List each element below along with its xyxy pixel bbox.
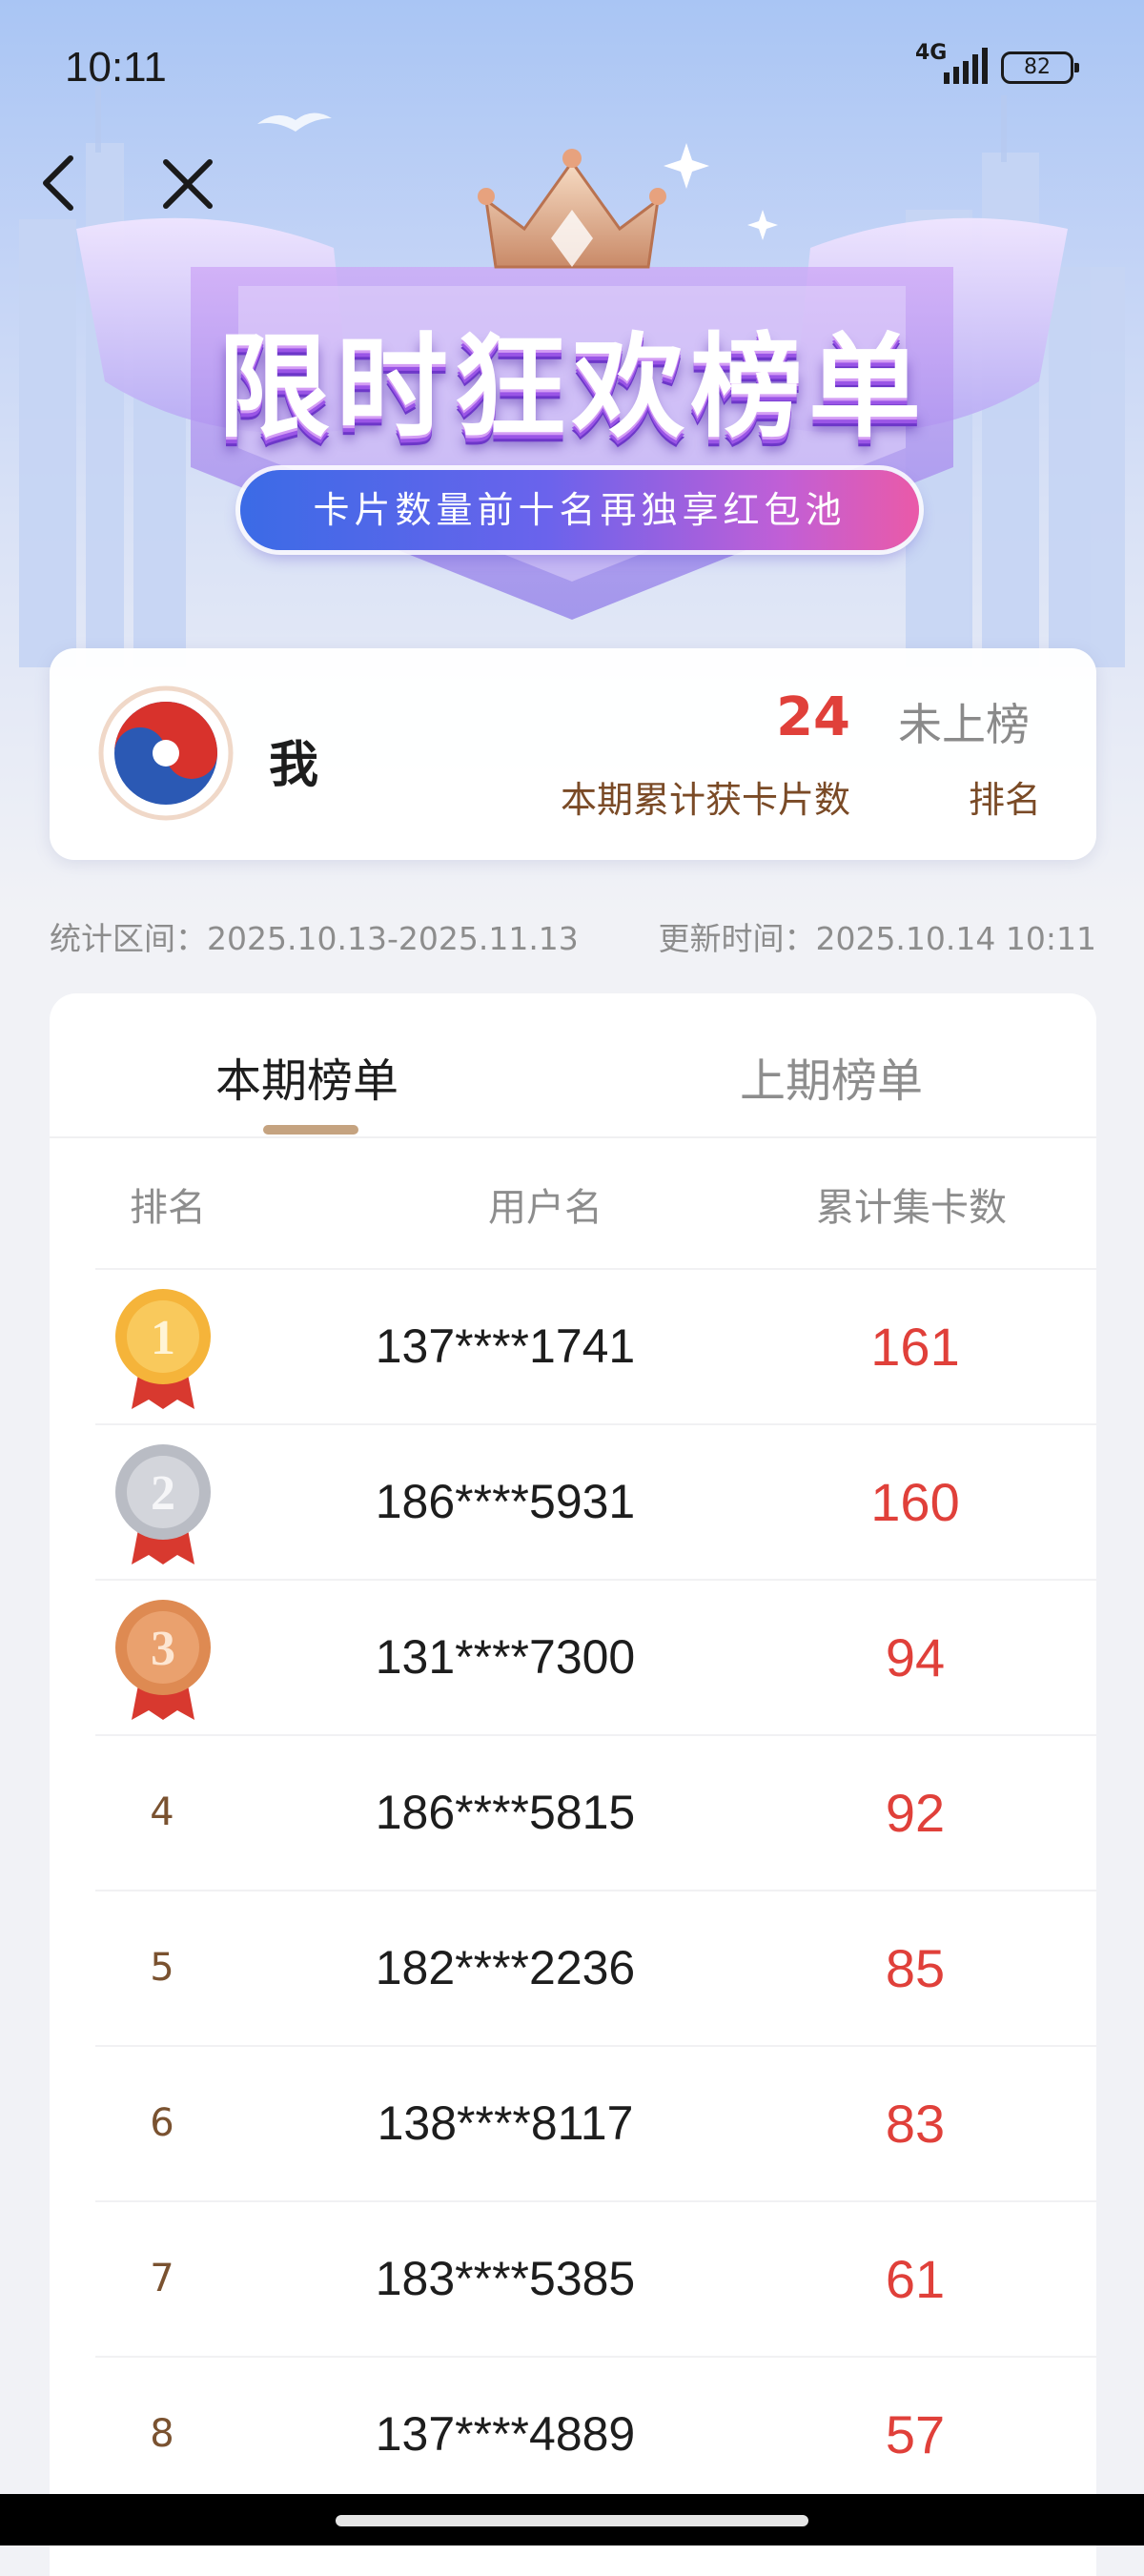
avatar — [98, 685, 234, 821]
my-card-count: 24 — [776, 686, 850, 748]
user-name: 131****7300 — [375, 1630, 636, 1684]
card-count: 92 — [885, 1783, 946, 1843]
rank-number: 6 — [150, 2101, 174, 2145]
card-count: 94 — [885, 1627, 946, 1687]
user-name: 137****4889 — [375, 2407, 636, 2461]
my-name: 我 — [269, 737, 319, 794]
user-name: 182****2236 — [375, 1941, 636, 1994]
tab-current-period[interactable]: 本期榜单 — [215, 1043, 398, 1110]
stat-period: 统计区间：2025.10.13-2025.11.13 — [50, 920, 579, 957]
table-row: 8 137****4889 57 — [95, 2356, 1096, 2511]
user-name: 186****5815 — [375, 1786, 636, 1839]
svg-text:1: 1 — [151, 1311, 175, 1365]
banner-subtitle: 卡片数量前十名再独享红包池 — [240, 470, 919, 550]
user-name: 137****1741 — [375, 1319, 636, 1373]
column-header-rank: 排名 — [130, 1186, 206, 1230]
table-row: 5 182****2236 85 — [95, 1890, 1096, 2045]
user-name: 138****8117 — [377, 2096, 634, 2150]
active-tab-indicator — [263, 1125, 358, 1135]
status-time: 10:11 — [65, 44, 167, 91]
card-count: 85 — [885, 1938, 946, 1998]
rank-number: 5 — [150, 1946, 174, 1990]
bronze-medal-icon: 3 — [115, 1600, 211, 1720]
my-rank-status: 未上榜 — [898, 699, 1030, 750]
table-row: 7 183****5385 61 — [95, 2200, 1096, 2356]
card-count: 83 — [885, 2094, 946, 2154]
close-icon[interactable] — [154, 151, 221, 217]
my-rank-label: 排名 — [968, 779, 1041, 821]
my-card-count-label: 本期累计获卡片数 — [560, 779, 850, 821]
signal-icon — [944, 48, 988, 84]
my-rank-card: 我 24 本期累计获卡片数 未上榜 排名 — [50, 648, 1096, 860]
card-count: 161 — [870, 1317, 960, 1377]
banner-title: 限时狂欢榜单 — [216, 321, 927, 453]
rank-number: 8 — [150, 2412, 174, 2456]
table-row: 2 186****5931 160 — [95, 1423, 1096, 1579]
home-indicator[interactable] — [336, 2515, 808, 2526]
table-row: 4 186****5815 92 — [95, 1734, 1096, 1890]
user-name: 183****5385 — [375, 2252, 636, 2305]
battery-level: 82 — [1024, 55, 1051, 79]
battery-icon: 82 — [1001, 51, 1079, 84]
tab-last-period[interactable]: 上期榜单 — [740, 1043, 923, 1110]
leaderboard-list: 1 137****1741 161 2 186****5931 160 3 13… — [95, 1268, 1096, 2511]
back-arrow-icon[interactable] — [29, 143, 90, 223]
card-count: 160 — [870, 1472, 960, 1532]
table-row: 6 138****8117 83 — [95, 2045, 1096, 2200]
column-header-count: 累计集卡数 — [816, 1186, 1007, 1230]
update-time: 更新时间：2025.10.14 10:11 — [658, 920, 1096, 957]
card-count: 57 — [885, 2404, 946, 2464]
table-row: 3 131****7300 94 — [95, 1579, 1096, 1734]
column-header-user: 用户名 — [488, 1186, 603, 1230]
rank-number: 7 — [150, 2257, 174, 2300]
gold-medal-icon: 1 — [115, 1289, 211, 1409]
user-name: 186****5931 — [375, 1475, 636, 1528]
system-nav-bar — [0, 2494, 1144, 2545]
network-type: 4G — [915, 41, 948, 65]
status-bar: 10:11 4G 82 — [0, 0, 1144, 133]
table-row: 1 137****1741 161 — [95, 1268, 1096, 1423]
rank-number: 4 — [150, 1790, 174, 1834]
svg-text:2: 2 — [151, 1466, 175, 1521]
svg-text:3: 3 — [151, 1622, 175, 1676]
card-count: 61 — [885, 2249, 946, 2309]
silver-medal-icon: 2 — [115, 1444, 211, 1564]
tab-divider — [50, 1136, 1096, 1138]
leaderboard-panel: 本期榜单 上期榜单 排名 用户名 累计集卡数 1 137****1741 161… — [50, 993, 1096, 2576]
